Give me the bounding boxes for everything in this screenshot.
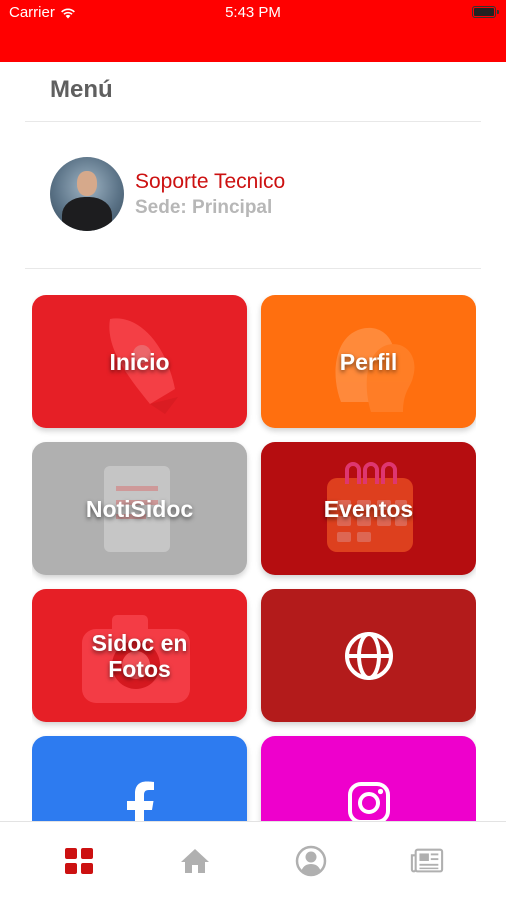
tile-instagram[interactable] bbox=[261, 736, 476, 821]
globe-icon bbox=[344, 631, 393, 680]
tile-facebook[interactable] bbox=[32, 736, 247, 821]
tile-web[interactable] bbox=[261, 589, 476, 722]
facebook-icon bbox=[126, 781, 154, 821]
menu-grid: Inicio Perfil NotiSidoc Eventos Sidoc en… bbox=[32, 295, 476, 821]
tab-grid[interactable] bbox=[62, 844, 96, 878]
user-icon bbox=[295, 845, 327, 877]
tile-sidoc-fotos[interactable]: Sidoc en Fotos bbox=[32, 589, 247, 722]
tab-profile[interactable] bbox=[294, 844, 328, 878]
tile-sidoc-fotos-line2: Fotos bbox=[108, 655, 171, 682]
status-bar: Carrier 5:43 PM bbox=[0, 0, 506, 62]
page-title: Menú bbox=[50, 76, 113, 103]
home-icon bbox=[181, 849, 209, 873]
tab-news[interactable] bbox=[410, 844, 444, 878]
avatar bbox=[50, 157, 124, 231]
tile-notisidoc[interactable]: NotiSidoc bbox=[32, 442, 247, 575]
profile-card[interactable]: Soporte Tecnico Sede: Principal bbox=[50, 157, 285, 231]
newspaper-icon bbox=[410, 848, 444, 873]
divider-top bbox=[25, 121, 481, 122]
instagram-icon bbox=[347, 781, 390, 821]
status-time: 5:43 PM bbox=[225, 4, 281, 21]
grid-icon bbox=[65, 848, 93, 874]
tile-inicio[interactable]: Inicio bbox=[32, 295, 247, 428]
tile-perfil-label: Perfil bbox=[339, 348, 398, 375]
profile-sede: Sede: Principal bbox=[135, 197, 273, 218]
profile-name: Soporte Tecnico bbox=[135, 170, 286, 193]
tab-bar bbox=[0, 821, 506, 900]
tile-sidoc-fotos-line1: Sidoc en bbox=[91, 629, 188, 656]
tile-sidoc-fotos-label: Sidoc en Fotos bbox=[92, 630, 188, 682]
tile-notisidoc-label: NotiSidoc bbox=[85, 495, 194, 522]
battery-icon bbox=[472, 6, 499, 18]
tile-inicio-label: Inicio bbox=[109, 348, 170, 375]
tile-eventos-label: Eventos bbox=[323, 495, 414, 522]
tab-home[interactable] bbox=[178, 844, 212, 878]
tile-eventos[interactable]: Eventos bbox=[261, 442, 476, 575]
tile-perfil[interactable]: Perfil bbox=[261, 295, 476, 428]
divider-bottom bbox=[25, 268, 481, 269]
